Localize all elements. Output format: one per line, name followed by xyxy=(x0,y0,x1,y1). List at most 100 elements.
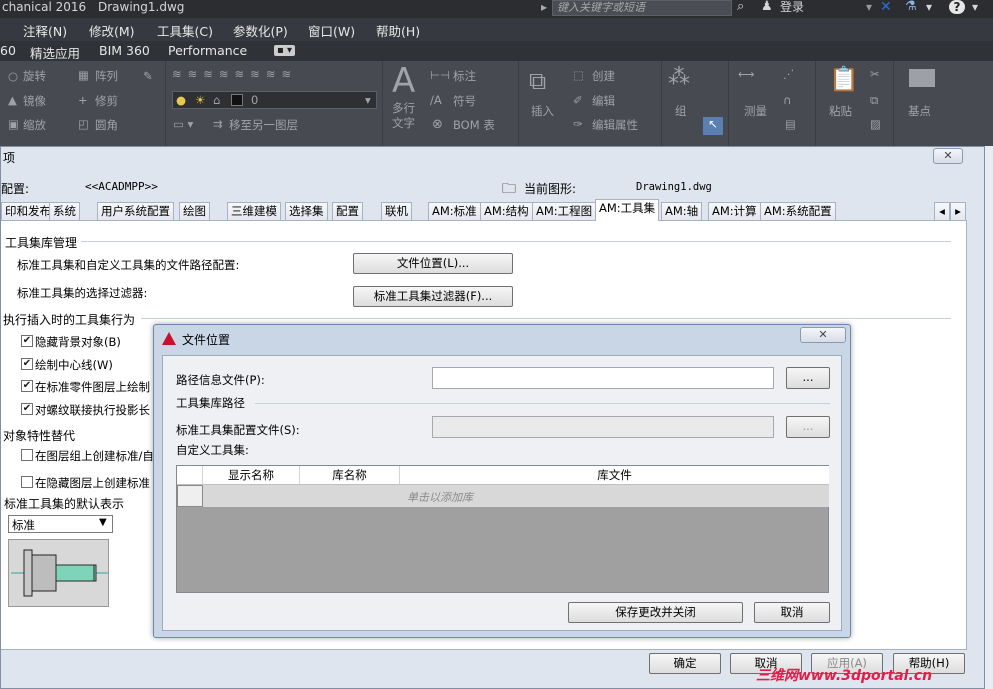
tab-system[interactable]: 系统 xyxy=(49,202,80,220)
scale-icon[interactable]: ▣ xyxy=(8,117,19,131)
path-info-input[interactable] xyxy=(432,367,774,389)
copy-icon[interactable]: ⧉ xyxy=(870,93,878,108)
bom-label[interactable]: BOM 表 xyxy=(453,117,495,133)
std-config-input[interactable] xyxy=(432,416,774,438)
login-link[interactable]: 登录 xyxy=(780,0,804,14)
paste-label[interactable]: 粘贴 xyxy=(829,103,852,119)
menu-help[interactable]: 帮助(H) xyxy=(376,21,420,40)
tab-selection[interactable]: 选择集 xyxy=(285,202,328,220)
path-info-browse-button[interactable]: ... xyxy=(786,367,830,389)
symbol-icon[interactable]: ∕A xyxy=(430,93,442,107)
tab-am-drawing[interactable]: AM:工程图 xyxy=(532,202,597,220)
cut-icon[interactable]: ✂ xyxy=(870,67,880,81)
insert-label[interactable]: 插入 xyxy=(531,103,554,119)
menu-annotate[interactable]: 注释(N) xyxy=(23,21,67,40)
move-layer-icon[interactable]: ⇉ xyxy=(213,117,223,131)
rotate-label[interactable]: 旋转 xyxy=(23,68,46,84)
toolset-filter-button[interactable]: 标准工具集过滤器(F)... xyxy=(353,286,513,307)
draw-centerline-checkbox[interactable]: ✔ xyxy=(21,358,33,370)
edit-block-icon[interactable]: ✐ xyxy=(573,93,583,107)
tab-user-preferences[interactable]: 用户系统配置 xyxy=(97,202,174,220)
std-config-browse-button[interactable]: ... xyxy=(786,416,830,438)
create-label[interactable]: 创建 xyxy=(592,68,615,84)
paste-icon[interactable]: 📋 xyxy=(829,65,859,93)
tab-am-structure[interactable]: AM:结构 xyxy=(480,202,533,220)
insert-block-icon[interactable]: ⧉ xyxy=(529,67,546,95)
tab-3d-modeling[interactable]: 三维建模 xyxy=(227,202,281,220)
menu-window[interactable]: 窗口(W) xyxy=(308,21,355,40)
trim-label[interactable]: 修剪 xyxy=(95,93,118,109)
tab-drafting[interactable]: 绘图 xyxy=(179,202,210,220)
tab-360[interactable]: 60 xyxy=(0,43,16,58)
file-location-cancel-button[interactable]: 取消 xyxy=(754,602,830,623)
tab-am-toolset[interactable]: AM:工具集 xyxy=(595,199,660,221)
options-close-button[interactable]: ✕ xyxy=(933,148,963,164)
search-input[interactable]: 键入关键字或短语 xyxy=(552,0,732,16)
col-library-file[interactable]: 库文件 xyxy=(400,466,829,485)
tab-options-icon[interactable]: ▪ ▾ xyxy=(274,45,295,56)
point-icon[interactable]: ⋰ xyxy=(783,67,795,81)
rotate-icon[interactable]: ○ xyxy=(8,69,18,83)
measure-label[interactable]: 测量 xyxy=(744,103,767,119)
move-layer-label[interactable]: 移至另一图层 xyxy=(229,117,298,133)
tab-am-shaft[interactable]: AM:轴 xyxy=(661,202,703,220)
login-chevron-icon[interactable]: ▾ xyxy=(866,0,872,14)
symbol-label[interactable]: 符号 xyxy=(453,93,476,109)
file-location-close-button[interactable]: ✕ xyxy=(800,327,846,343)
group-select-icon[interactable]: ↖ xyxy=(703,117,723,135)
search-arrow-icon[interactable]: ▸ xyxy=(541,0,547,14)
user-icon[interactable]: ♟ xyxy=(761,0,773,14)
tab-online[interactable]: 联机 xyxy=(381,202,412,220)
tab-am-sysconfig[interactable]: AM:系统配置 xyxy=(760,202,836,220)
group-icon[interactable]: ⁂ xyxy=(668,65,690,90)
help-chevron-icon[interactable]: ▾ xyxy=(972,0,978,14)
edit-attr-label[interactable]: 编辑属性 xyxy=(592,117,638,133)
trim-icon[interactable]: + xyxy=(78,93,88,107)
array-label[interactable]: 阵列 xyxy=(95,68,118,84)
hide-background-checkbox[interactable]: ✔ xyxy=(21,335,33,347)
scale-label[interactable]: 缩放 xyxy=(23,117,46,133)
tab-am-calc[interactable]: AM:计算 xyxy=(708,202,761,220)
col-display-name[interactable]: 显示名称 xyxy=(203,466,300,485)
layer-props-icon[interactable]: ▭ ▾ xyxy=(173,117,193,131)
edit-attr-icon[interactable]: ✑ xyxy=(573,117,583,131)
mirror-icon[interactable]: ▲ xyxy=(8,93,17,107)
tab-featured-apps[interactable]: 精选应用 xyxy=(30,43,80,62)
store-chevron-icon[interactable]: ▾ xyxy=(926,0,932,14)
representation-select[interactable]: 标准 ▼ xyxy=(8,515,113,533)
fillet-icon[interactable]: ◰ xyxy=(78,117,89,131)
col-library-name[interactable]: 库名称 xyxy=(300,466,400,485)
tab-bim360[interactable]: BIM 360 xyxy=(99,43,150,58)
exchange-icon[interactable]: ✕ xyxy=(880,0,892,14)
thread-projection-checkbox[interactable]: ✔ xyxy=(21,403,33,415)
array-icon[interactable]: ▦ xyxy=(78,68,89,82)
std-layer-checkbox[interactable]: ✔ xyxy=(21,380,33,392)
mirror-label[interactable]: 镜像 xyxy=(23,93,46,109)
tab-scroll-right-icon[interactable]: ▸ xyxy=(950,202,966,220)
create-block-icon[interactable]: ⬚ xyxy=(573,68,584,82)
base-point-label[interactable]: 基点 xyxy=(908,103,931,119)
binoculars-icon[interactable]: ⌕ xyxy=(737,0,744,14)
dimension-icon[interactable]: ⊢⊣ xyxy=(430,68,450,82)
erase-icon[interactable]: ✎ xyxy=(143,69,153,83)
hidden-layer-checkbox[interactable] xyxy=(21,476,33,488)
edit-label[interactable]: 编辑 xyxy=(592,93,615,109)
tab-am-standard[interactable]: AM:标准 xyxy=(428,202,481,220)
measure-icon[interactable]: ⟷ xyxy=(738,67,755,81)
tab-plot-publish[interactable]: 印和发布 xyxy=(1,202,55,220)
layer-dropdown[interactable]: ● ☀ ⌂ 0 ▾ xyxy=(172,91,377,109)
bom-icon[interactable]: ⊗ xyxy=(432,117,443,132)
file-location-button[interactable]: 文件位置(L)... xyxy=(353,253,513,274)
tab-scroll-left-icon[interactable]: ◂ xyxy=(934,202,950,220)
group-label[interactable]: 组 xyxy=(675,103,687,119)
ok-button[interactable]: 确定 xyxy=(649,653,721,674)
layer-tools-icon[interactable]: ≋≋≋≋≋≋≋≋ xyxy=(172,67,297,81)
menu-parametric[interactable]: 参数化(P) xyxy=(233,21,288,40)
match-props-icon[interactable]: ▨ xyxy=(870,117,881,131)
menu-modify[interactable]: 修改(M) xyxy=(89,21,135,40)
magnet-icon[interactable]: ∩ xyxy=(783,93,791,107)
base-point-icon[interactable] xyxy=(909,69,935,87)
text-icon[interactable]: A xyxy=(392,61,415,101)
help-icon[interactable]: ? xyxy=(949,0,965,14)
calculator-icon[interactable]: ▤ xyxy=(785,117,796,131)
